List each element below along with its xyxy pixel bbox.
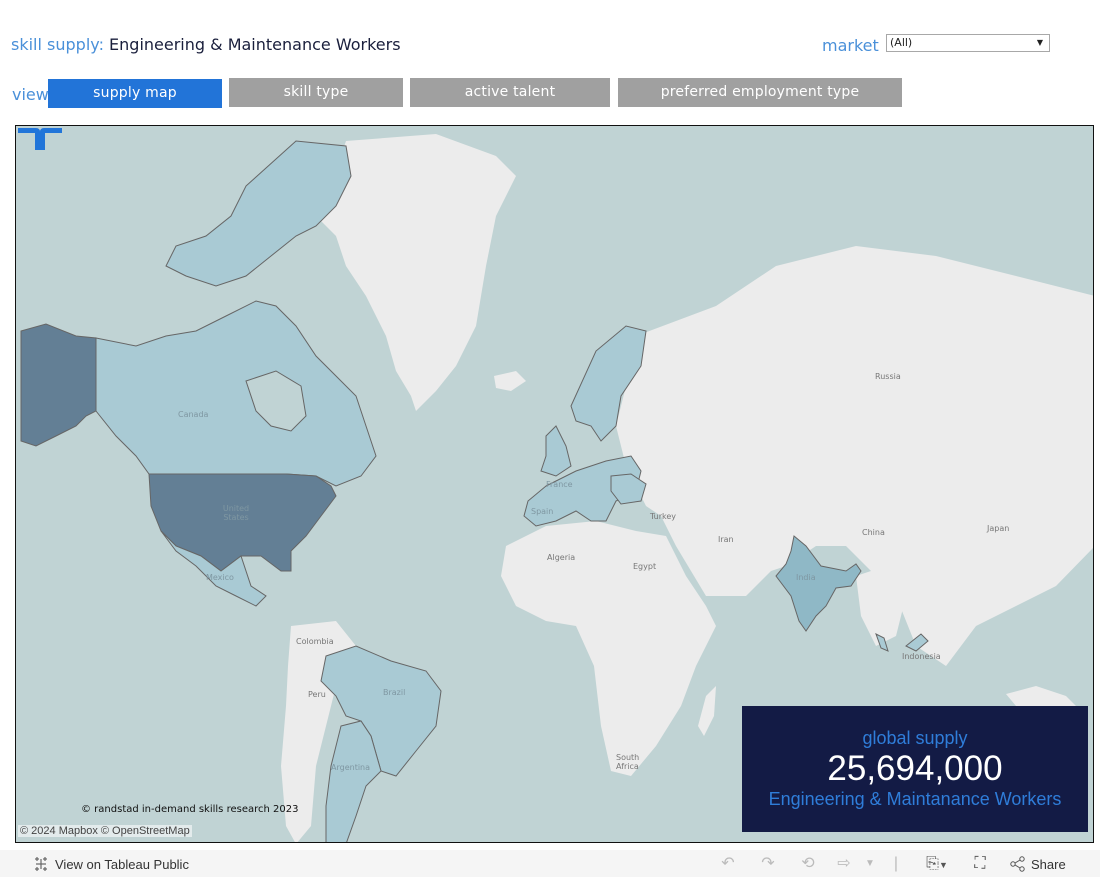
map-label-france: France <box>546 480 573 489</box>
tab-preferred-employment-type[interactable]: preferred employment type <box>618 78 902 107</box>
global-supply-subtitle: Engineering & Maintanance Workers <box>768 789 1062 809</box>
randstad-credit: © randstad in-demand skills research 202… <box>81 804 299 815</box>
map-label-mexico: Mexico <box>206 573 234 582</box>
randstad-logo-icon <box>18 128 62 150</box>
map-label-indonesia: Indonesia <box>902 652 941 661</box>
map-label-algeria: Algeria <box>547 553 576 562</box>
view-on-tableau-label: View on Tableau Public <box>55 856 189 872</box>
global-supply-card: global supply 25,694,000 Engineering & M… <box>742 706 1088 832</box>
map-label-united-states: United States <box>222 504 250 522</box>
map-label-colombia: Colombia <box>296 637 334 646</box>
tableau-logo-icon <box>35 857 47 871</box>
map-label-brazil: Brazil <box>383 688 406 697</box>
fullscreen-icon[interactable]: ⛶ <box>970 855 990 873</box>
tab-active-talent[interactable]: active talent <box>410 78 610 107</box>
redo-icon[interactable]: ↷ <box>758 855 778 873</box>
region-australia <box>1006 686 1076 706</box>
map-label-south-africa: South Africa <box>616 753 640 771</box>
market-label: market <box>822 36 879 55</box>
map-label-egypt: Egypt <box>633 562 657 571</box>
share-button[interactable]: Share <box>1010 856 1066 872</box>
map-label-canada: Canada <box>178 410 209 419</box>
region-united-states <box>148 473 337 572</box>
global-supply-value: 25,694,000 <box>827 749 1003 788</box>
tab-skill-type[interactable]: skill type <box>229 78 403 107</box>
map-label-india: India <box>796 573 816 582</box>
share-label: Share <box>1031 856 1066 872</box>
map-label-japan: Japan <box>987 524 1010 533</box>
market-dropdown[interactable]: (All) ▼ <box>886 34 1050 52</box>
title-label: skill supply: <box>11 35 104 54</box>
global-supply-heading: global supply <box>862 728 968 748</box>
tableau-footer: View on Tableau Public ↶ ↷ ⟲ ⇨ ▼ | ⎘▼ ⛶ … <box>0 850 1100 877</box>
map-label-peru: Peru <box>308 690 326 699</box>
view-on-tableau-link[interactable]: View on Tableau Public <box>33 856 189 872</box>
region-canada <box>95 300 377 487</box>
refresh-dropdown-icon[interactable]: ▼ <box>860 855 880 873</box>
region-madagascar <box>698 686 716 736</box>
share-icon <box>1010 856 1025 872</box>
map-label-spain: Spain <box>531 507 554 516</box>
map-label-turkey: Turkey <box>650 512 677 521</box>
map-label-iran: Iran <box>718 535 734 544</box>
map-label-china: China <box>862 528 885 537</box>
divider: | <box>893 855 899 872</box>
supply-map[interactable]: Canada United States Mexico Colombia Per… <box>15 125 1094 843</box>
region-iceland <box>494 371 526 391</box>
region-canada-arctic <box>165 140 352 287</box>
market-selected-value: (All) <box>890 36 913 49</box>
region-africa <box>501 521 716 776</box>
map-label-russia: Russia <box>875 372 901 381</box>
download-icon[interactable]: ⎘▼ <box>920 855 954 873</box>
tab-supply-map[interactable]: supply map <box>48 79 222 108</box>
title-value: Engineering & Maintenance Workers <box>109 35 401 54</box>
page-title: skill supply: Engineering & Maintenance … <box>11 35 401 54</box>
view-label: view <box>12 85 49 104</box>
region-uk <box>540 425 572 477</box>
region-alaska <box>20 323 97 447</box>
map-label-argentina: Argentina <box>331 763 371 772</box>
undo-icon[interactable]: ↶ <box>718 855 738 873</box>
dropdown-arrow-icon: ▼ <box>1036 38 1043 47</box>
refresh-icon[interactable]: ⇨ <box>834 855 854 873</box>
map-attribution[interactable]: © 2024 Mapbox © OpenStreetMap <box>18 825 192 837</box>
revert-icon[interactable]: ⟲ <box>798 855 818 873</box>
